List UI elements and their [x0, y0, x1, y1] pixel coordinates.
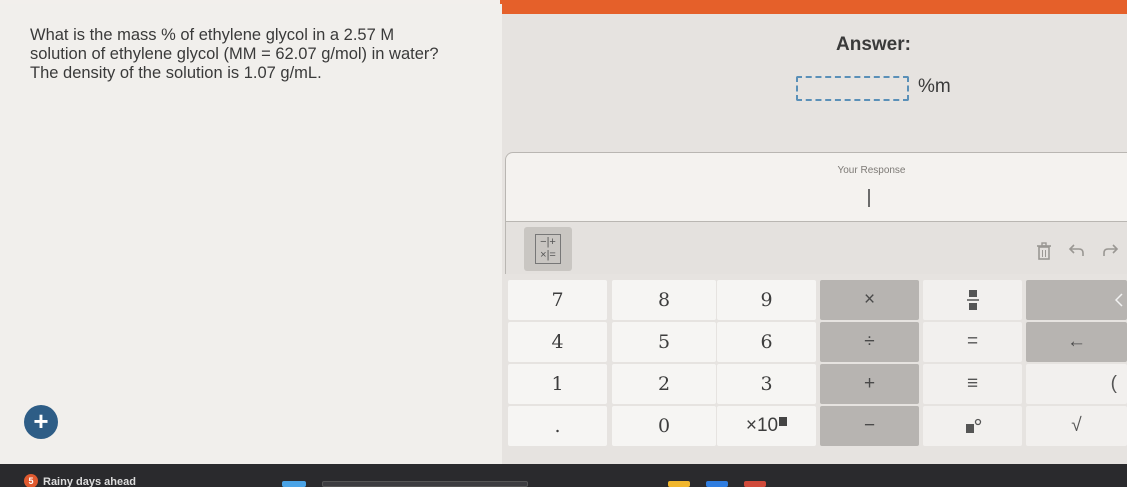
- equiv-key[interactable]: ≡: [923, 364, 1022, 404]
- weather-widget[interactable]: Rainy days ahead: [43, 476, 136, 487]
- backspace-key[interactable]: ←: [1026, 322, 1127, 362]
- question-text: What is the mass % of ethylene glycol in…: [30, 26, 500, 83]
- key-1[interactable]: 1: [508, 364, 607, 404]
- response-field[interactable]: Your Response: [505, 152, 1127, 222]
- question-line: solution of ethylene glycol (MM = 62.07 …: [30, 45, 439, 63]
- mode-toggle-bottom: ×|=: [540, 249, 556, 261]
- more-keys-button[interactable]: [1026, 280, 1127, 320]
- degree-key[interactable]: [923, 406, 1022, 446]
- equals-key[interactable]: =: [923, 322, 1022, 362]
- divide-key[interactable]: ÷: [820, 322, 919, 362]
- key-7[interactable]: 7: [508, 280, 607, 320]
- taskbar-app-icon[interactable]: [744, 481, 766, 487]
- question-panel: What is the mass % of ethylene glycol in…: [0, 4, 502, 464]
- sqrt-key[interactable]: √: [1026, 406, 1127, 446]
- undo-icon[interactable]: [1066, 242, 1088, 264]
- key-0[interactable]: 0: [612, 406, 716, 446]
- key-5[interactable]: 5: [612, 322, 716, 362]
- add-button[interactable]: +: [24, 405, 58, 439]
- decimal-key[interactable]: .: [508, 406, 607, 446]
- answer-unit: %m: [918, 76, 951, 97]
- key-8[interactable]: 8: [612, 280, 716, 320]
- keypad: 7 8 9 × 4 5 6 ÷ = ← 1 2 3 + ≡ ( . 0 ×10 …: [505, 276, 1127, 446]
- question-line: What is the mass % of ethylene glycol in…: [30, 26, 395, 44]
- key-4[interactable]: 4: [508, 322, 607, 362]
- exponent-placeholder-icon: [779, 416, 788, 426]
- key-9[interactable]: 9: [717, 280, 816, 320]
- accent-strip: [500, 0, 1127, 14]
- operators-icon: −|+ ×|=: [535, 234, 561, 264]
- multiply-key[interactable]: ×: [820, 280, 919, 320]
- mode-toggle-top: −|+: [540, 236, 556, 248]
- redo-icon[interactable]: [1099, 242, 1121, 264]
- key-6[interactable]: 6: [717, 322, 816, 362]
- taskbar-app-icon[interactable]: [706, 481, 728, 487]
- answer-title: Answer:: [836, 34, 911, 55]
- taskbar-app-icon[interactable]: [282, 481, 306, 487]
- taskbar-app-icon[interactable]: [668, 481, 690, 487]
- times-ten-key[interactable]: ×10: [717, 406, 816, 446]
- chevron-left-icon: [1115, 293, 1123, 307]
- trash-icon[interactable]: [1033, 242, 1055, 264]
- key-2[interactable]: 2: [612, 364, 716, 404]
- plus-key[interactable]: +: [820, 364, 919, 404]
- text-cursor: [868, 189, 870, 207]
- key-3[interactable]: 3: [717, 364, 816, 404]
- left-paren-key[interactable]: (: [1026, 364, 1127, 404]
- fraction-key[interactable]: [923, 280, 1022, 320]
- question-line: The density of the solution is 1.07 g/mL…: [30, 64, 322, 82]
- taskbar-search[interactable]: [322, 481, 528, 487]
- weather-badge[interactable]: 5: [24, 474, 38, 487]
- response-label: Your Response: [837, 165, 906, 176]
- keypad-mode-toggle[interactable]: −|+ ×|=: [524, 227, 572, 271]
- minus-key[interactable]: −: [820, 406, 919, 446]
- fraction-icon: [966, 290, 979, 310]
- answer-input[interactable]: [796, 76, 909, 101]
- taskbar: [0, 464, 1127, 487]
- times-ten-label: ×10: [745, 415, 779, 436]
- degree-icon: [965, 418, 981, 433]
